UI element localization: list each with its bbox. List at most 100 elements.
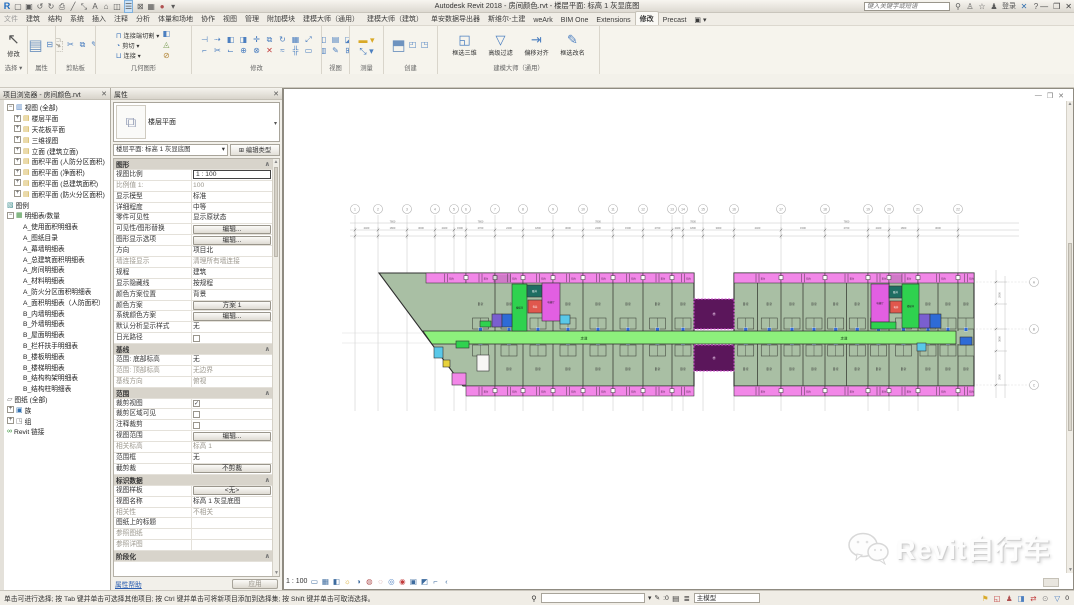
browser-item-明细表/数量[interactable]: −▦明细表/数量 <box>5 210 110 221</box>
sun-path-icon[interactable]: ☼ <box>343 577 351 586</box>
prop-button-编辑...[interactable]: 编辑... <box>193 312 271 321</box>
tab-建模大师（建筑）[interactable]: 建模大师（建筑） <box>363 12 427 25</box>
browser-item-B_结构构架明细表[interactable]: B_结构构架明细表 <box>5 372 110 383</box>
tab-管理[interactable]: 管理 <box>241 12 263 25</box>
browser-item-族[interactable]: +▣族 <box>5 404 110 415</box>
browser-item-视图 (全部)[interactable]: −▥视图 (全部) <box>5 102 110 113</box>
analytical-model-icon[interactable]: ◩ <box>420 577 428 586</box>
apply-button[interactable]: 应用 <box>232 579 278 589</box>
match-properties-icon[interactable]: ≈ <box>277 46 289 56</box>
prop-button-编辑...[interactable]: 编辑... <box>193 432 271 441</box>
view-restore-icon[interactable]: ❒ <box>1047 92 1053 100</box>
mirror-axis-icon[interactable]: ◨ <box>238 35 250 45</box>
visual-style-icon[interactable]: ◧ <box>332 577 340 586</box>
remove-hidden-icon[interactable]: ◪ <box>343 35 350 45</box>
select-by-face-icon[interactable]: ◨ <box>1017 594 1025 603</box>
expand-icon[interactable]: + <box>14 179 21 186</box>
favorites-star-icon[interactable]: ☆ <box>978 1 986 12</box>
create-similar-icon[interactable]: ◳ <box>420 40 430 50</box>
tab-插入[interactable]: 插入 <box>88 12 110 25</box>
view-minimize-icon[interactable]: — <box>1035 92 1042 100</box>
collapse-icon[interactable]: − <box>7 104 14 111</box>
prop-button-编辑...[interactable]: 编辑... <box>193 236 271 245</box>
prop-value[interactable]: 不相关 <box>192 508 272 518</box>
linework-icon[interactable]: ✎ <box>330 46 342 56</box>
split-face-icon[interactable]: ◬ <box>161 40 171 50</box>
browser-item-B_屋面明细表[interactable]: B_屋面明细表 <box>5 329 110 340</box>
view-scale[interactable]: 1 : 100 <box>286 578 307 585</box>
prop-value[interactable]: 方案 1 <box>192 301 272 311</box>
browser-item-面积平面 (净面积)[interactable]: +▤面积平面 (净面积) <box>5 167 110 178</box>
tab-视图[interactable]: 视图 <box>219 12 241 25</box>
prop-button-方案 1[interactable]: 方案 1 <box>193 301 271 310</box>
browser-item-A_材料明细表[interactable]: A_材料明细表 <box>5 275 110 286</box>
tab-分析[interactable]: 分析 <box>132 12 154 25</box>
show-hidden-icon[interactable]: ▤ <box>330 35 342 45</box>
select-pinned-icon[interactable]: ♟ <box>1005 594 1013 603</box>
copy-icon[interactable]: ⧉ <box>264 35 276 45</box>
sheet-size-icon[interactable]: ▭ <box>310 577 318 586</box>
drag-on-selection-icon[interactable]: ⇄ <box>1029 594 1037 603</box>
browser-item-A_图纸目录[interactable]: A_图纸目录 <box>5 232 110 243</box>
browser-item-立面 (建筑立面)[interactable]: +▤立面 (建筑立面) <box>5 145 110 156</box>
tab-附加模块[interactable]: 附加模块 <box>263 12 299 25</box>
prop-value[interactable] <box>192 540 272 550</box>
modify-select-button[interactable]: ↖修改 <box>7 32 20 58</box>
sign-in-link[interactable]: 登录 <box>1002 1 1016 11</box>
prop-value[interactable]: <无> <box>192 486 272 496</box>
default-3d-view-icon[interactable]: ⌂ <box>102 1 110 12</box>
horizontal-scrollbar[interactable] <box>1043 578 1059 587</box>
close-icon[interactable]: ✕ <box>1065 2 1072 11</box>
revit-r-logo-icon[interactable]: R <box>3 1 11 12</box>
properties-help-link[interactable]: 属性帮助 <box>115 579 142 589</box>
prop-value[interactable] <box>192 529 272 539</box>
expand-icon[interactable]: + <box>7 417 14 424</box>
prop-value[interactable] <box>192 518 272 528</box>
cut-geometry-button[interactable]: ◔剪切 ▾ <box>116 41 140 50</box>
prop-value[interactable]: ✓ <box>192 399 272 409</box>
properties-scrollbar[interactable]: ▲▼ <box>272 159 279 576</box>
render-icon[interactable]: ● <box>158 1 166 12</box>
floor-plan-drawing[interactable]: 1234567891011121314151617181920212224001… <box>284 89 1074 590</box>
collapse-icon[interactable]: ∧ <box>265 345 270 353</box>
undo-icon[interactable]: ↺ <box>36 1 44 12</box>
browser-item-B_栏杆扶手明细表[interactable]: B_栏杆扶手明细表 <box>5 340 110 351</box>
prop-section-基线[interactable]: 基线∧ <box>114 344 272 355</box>
prop-checkbox[interactable]: ✓ <box>193 400 200 407</box>
type-selector[interactable]: ⧉ 楼层平面 ▾ <box>113 102 280 142</box>
prop-value[interactable]: 编辑... <box>192 311 272 321</box>
thin-lines-icon[interactable]: ☰ <box>124 0 133 13</box>
shadows-icon[interactable]: ◑ <box>354 577 362 586</box>
mirror-pick-icon[interactable]: ◧ <box>225 35 237 45</box>
prop-checkbox[interactable] <box>193 335 200 342</box>
prop-value[interactable] <box>192 333 272 343</box>
sign-in-person-icon[interactable]: ♟ <box>990 1 998 12</box>
drawing-area[interactable]: —❒✕ 123456789101112131415161718192021222… <box>283 88 1074 590</box>
expand-icon[interactable]: + <box>14 136 21 143</box>
copy-clipboard-icon[interactable]: ⧉ <box>78 40 88 50</box>
align-icon[interactable]: ⊣ <box>199 35 211 45</box>
tab-weArk[interactable]: weArk <box>529 15 556 25</box>
legend-component-icon[interactable]: ⬒ <box>391 36 405 54</box>
prop-value[interactable]: 标高 1 <box>192 442 272 452</box>
text-icon[interactable]: A <box>91 1 99 12</box>
browser-item-图例[interactable]: ▧图例 <box>5 199 110 210</box>
browser-item-A_面积明细表（人防面积）[interactable]: A_面积明细表（人防面积） <box>5 296 110 307</box>
browser-item-面积平面 (防火分区面积)[interactable]: +▤面积平面 (防火分区面积) <box>5 188 110 199</box>
tab-协作[interactable]: 协作 <box>197 12 219 25</box>
prop-value[interactable]: 建筑 <box>192 268 272 278</box>
expand-icon[interactable]: + <box>14 158 21 165</box>
prop-value[interactable]: 俯视 <box>192 377 272 387</box>
vertical-scrollbar[interactable]: ▲▼ <box>1066 101 1073 573</box>
expand-icon[interactable]: + <box>7 406 14 413</box>
dissolve-icon[interactable]: ▭ <box>303 46 315 56</box>
prop-input[interactable]: 1 : 100 <box>193 170 271 179</box>
properties-button[interactable]: ▤ <box>28 36 42 54</box>
detail-level-icon[interactable]: ▦ <box>321 577 329 586</box>
prop-button-<无>[interactable]: <无> <box>193 486 271 495</box>
search-input[interactable] <box>864 2 950 11</box>
maximize-icon[interactable]: ❒ <box>1053 2 1060 11</box>
split-element-icon[interactable]: ✂ <box>212 46 224 56</box>
browser-item-天花板平面[interactable]: +▤天花板平面 <box>5 124 110 135</box>
prop-value[interactable] <box>192 420 272 430</box>
